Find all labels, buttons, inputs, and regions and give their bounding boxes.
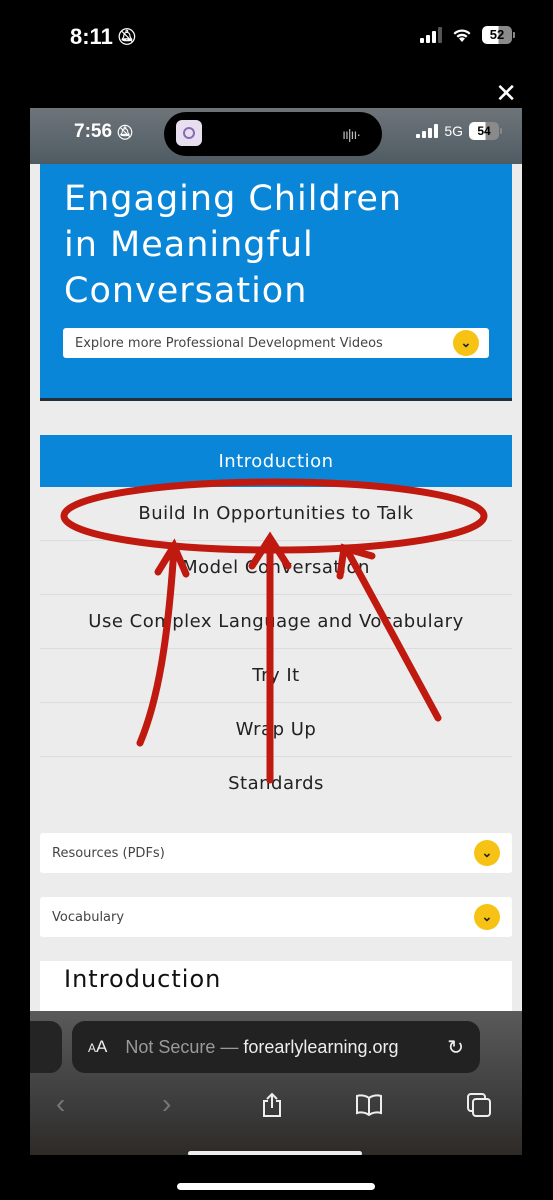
accordion-label: Vocabulary bbox=[52, 909, 125, 925]
nav-item-introduction[interactable]: Introduction bbox=[40, 435, 512, 487]
previous-tab[interactable] bbox=[30, 1021, 62, 1073]
outer-status-bar: 8:11 🔕︎ 52 bbox=[0, 0, 553, 80]
battery-level: 54 bbox=[469, 122, 499, 140]
reload-icon[interactable]: ↻ bbox=[447, 1035, 464, 1060]
explore-videos-dropdown[interactable]: Explore more Professional Development Vi… bbox=[63, 328, 489, 358]
cellular-signal-icon bbox=[420, 27, 442, 43]
security-warning: Not Secure — bbox=[125, 1036, 244, 1057]
chevron-down-icon[interactable]: ⌄ bbox=[474, 904, 500, 930]
text-size-button[interactable]: AA bbox=[88, 1037, 107, 1057]
url-domain: forearlylearning.org bbox=[243, 1036, 399, 1057]
outer-status-icons: 52 bbox=[420, 26, 515, 44]
nav-item-standards[interactable]: Standards bbox=[40, 757, 512, 810]
audio-waveform-icon: ıı|ıı· bbox=[342, 126, 361, 142]
title-line: Engaging Children bbox=[64, 179, 403, 219]
share-icon[interactable] bbox=[261, 1092, 283, 1118]
hero-banner: Engaging Children in Meaningful Conversa… bbox=[40, 164, 512, 401]
app-icon bbox=[176, 120, 202, 146]
resources-accordion[interactable]: Resources (PDFs) ⌄ bbox=[40, 833, 512, 873]
nav-item-complex-language[interactable]: Use Complex Language and Vocabulary bbox=[40, 595, 512, 649]
inner-screenshot: 7:56 🔕︎ ıı|ıı· 5G 54 Engaging Children i… bbox=[30, 108, 522, 1155]
nav-item-try-it[interactable]: Try It bbox=[40, 649, 512, 703]
home-indicator bbox=[177, 1183, 375, 1190]
dynamic-island: ıı|ıı· bbox=[164, 112, 382, 156]
cellular-signal-icon bbox=[416, 124, 439, 138]
title-line: in Meaningful bbox=[64, 225, 314, 265]
vocabulary-accordion[interactable]: Vocabulary ⌄ bbox=[40, 897, 512, 937]
inner-status-icons: 5G 54 bbox=[416, 122, 502, 140]
chevron-down-icon[interactable]: ⌄ bbox=[453, 330, 479, 356]
accordion-label: Resources (PDFs) bbox=[52, 845, 165, 861]
bell-slash-icon: 🔕︎ bbox=[116, 29, 138, 46]
outer-clock: 8:11 🔕︎ bbox=[70, 24, 137, 50]
inner-status-bar: 7:56 🔕︎ ıı|ıı· 5G 54 bbox=[30, 108, 522, 164]
outer-time-text: 8:11 bbox=[70, 24, 113, 49]
page-title: Engaging Children in Meaningful Conversa… bbox=[64, 176, 402, 314]
battery-icon: 52 bbox=[482, 26, 515, 44]
section-nav: Introduction Build In Opportunities to T… bbox=[40, 435, 512, 810]
web-page: Engaging Children in Meaningful Conversa… bbox=[40, 164, 512, 1021]
close-icon[interactable]: ✕ bbox=[495, 80, 517, 106]
nav-item-build-opportunities[interactable]: Build In Opportunities to Talk bbox=[40, 487, 512, 541]
forward-icon[interactable]: › bbox=[162, 1086, 171, 1122]
battery-level: 52 bbox=[482, 26, 512, 44]
battery-icon: 54 bbox=[469, 122, 502, 140]
wifi-icon bbox=[453, 28, 471, 42]
inner-home-indicator bbox=[188, 1151, 362, 1155]
bell-slash-icon: 🔕︎ bbox=[116, 123, 134, 140]
chevron-down-icon[interactable]: ⌄ bbox=[474, 840, 500, 866]
inner-clock: 7:56 🔕︎ bbox=[74, 121, 134, 143]
safari-toolbar: AA Not Secure — forearlylearning.org ↻ ‹… bbox=[30, 1011, 522, 1155]
title-line: Conversation bbox=[64, 271, 308, 311]
nav-item-wrap-up[interactable]: Wrap Up bbox=[40, 703, 512, 757]
address-bar[interactable]: AA Not Secure — forearlylearning.org ↻ bbox=[72, 1021, 480, 1073]
network-type: 5G bbox=[444, 123, 463, 139]
nav-item-model-conversation[interactable]: Model Conversation bbox=[40, 541, 512, 595]
bookmarks-icon[interactable] bbox=[355, 1094, 383, 1116]
back-icon[interactable]: ‹ bbox=[56, 1086, 65, 1122]
section-heading: Introduction bbox=[64, 965, 222, 993]
navigation-row: ‹ › bbox=[30, 1086, 522, 1126]
dropdown-label: Explore more Professional Development Vi… bbox=[75, 335, 383, 351]
inner-time-text: 7:56 bbox=[74, 121, 113, 142]
url-text[interactable]: Not Secure — forearlylearning.org bbox=[125, 1037, 429, 1058]
tabs-icon[interactable] bbox=[466, 1092, 492, 1118]
